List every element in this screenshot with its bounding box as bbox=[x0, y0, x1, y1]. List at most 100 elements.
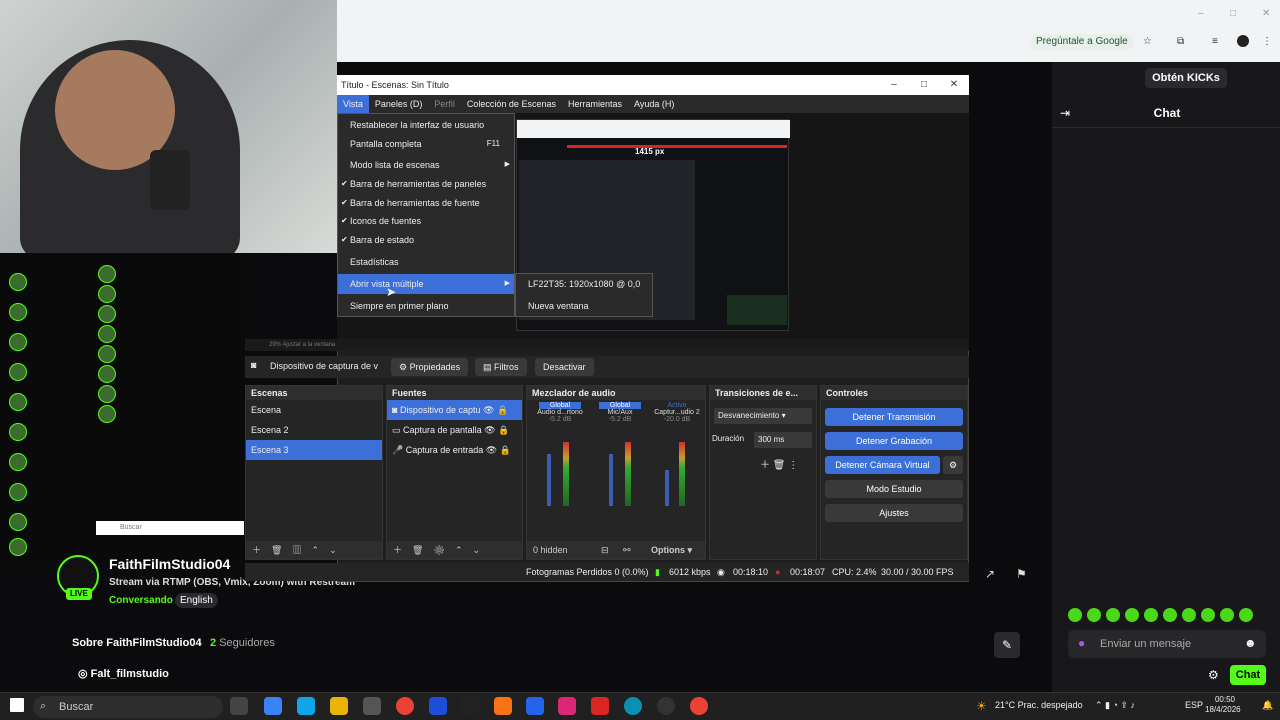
stop-record-button[interactable]: Detener Grabación bbox=[825, 432, 963, 450]
menu-item-source-toolbar[interactable]: ✔ Barra de herramientas de fuente bbox=[338, 193, 514, 213]
menu-coleccion[interactable]: Colección de Escenas bbox=[461, 95, 562, 113]
virtualcam-gear-icon[interactable]: ⚙ bbox=[943, 456, 963, 474]
chat-message-input[interactable]: Enviar un mensaje bbox=[1068, 630, 1266, 658]
notification-icon[interactable]: 🔔 bbox=[1262, 700, 1273, 711]
ask-google-chip[interactable]: Pregúntale a Google bbox=[1030, 34, 1134, 50]
task-view-icon[interactable] bbox=[230, 697, 248, 715]
trash-icon[interactable]: 🗑 bbox=[773, 460, 786, 471]
emote-icon[interactable] bbox=[1087, 608, 1101, 622]
scene-item-selected[interactable]: Escena 3 bbox=[246, 440, 382, 460]
clock[interactable]: 00:50 18/4/2026 bbox=[1205, 695, 1241, 715]
emote-icon[interactable] bbox=[1163, 608, 1177, 622]
emote-icon[interactable] bbox=[1239, 608, 1253, 622]
menu-ayuda[interactable]: Ayuda (H) bbox=[628, 95, 680, 113]
stop-stream-button[interactable]: Detener Transmisión bbox=[825, 408, 963, 426]
menu-item-always-on-top[interactable]: Siempre en primer plano bbox=[338, 296, 514, 316]
more-icon[interactable]: ⋮ bbox=[788, 460, 798, 471]
submenu-item-new-window[interactable]: Nueva ventana bbox=[516, 296, 652, 316]
maximize-icon[interactable]: □ bbox=[1230, 8, 1236, 19]
capcut-icon[interactable] bbox=[461, 697, 479, 715]
media-icon[interactable]: ≡ bbox=[1212, 36, 1218, 47]
copilot-icon[interactable] bbox=[264, 697, 282, 715]
preview-zoom-bar[interactable]: 29% Ajustar a la ventana bbox=[245, 339, 969, 351]
obs-icon[interactable] bbox=[657, 697, 675, 715]
menu-vista[interactable]: Vista bbox=[337, 95, 369, 113]
edge-icon[interactable] bbox=[297, 697, 315, 715]
add-icon[interactable]: ＋ bbox=[760, 460, 770, 471]
chrome-icon[interactable] bbox=[690, 697, 708, 715]
emote-icon[interactable] bbox=[1106, 608, 1120, 622]
menu-item-fullscreen[interactable]: Pantalla completa F11 bbox=[338, 134, 514, 154]
menu-paneles[interactable]: Paneles (D) bbox=[369, 95, 429, 113]
options-dropdown[interactable]: Options ▾ bbox=[651, 541, 692, 559]
deactivate-button[interactable]: Desactivar bbox=[535, 358, 594, 376]
add-icon[interactable]: ＋ bbox=[252, 545, 261, 555]
minimize-icon[interactable]: – bbox=[879, 75, 909, 95]
instagram-handle[interactable]: Falt_filmstudio bbox=[91, 668, 169, 680]
edit-pencil-icon[interactable]: ✎ bbox=[994, 632, 1020, 658]
emote-icon[interactable] bbox=[1125, 608, 1139, 622]
emote-icon[interactable] bbox=[1182, 608, 1196, 622]
close-icon[interactable]: ✕ bbox=[939, 75, 969, 95]
trash-icon[interactable]: 🗑 bbox=[412, 545, 423, 555]
menu-herramientas[interactable]: Herramientas bbox=[562, 95, 628, 113]
filter-icon[interactable]: ▥ bbox=[292, 545, 301, 555]
app-icon[interactable] bbox=[624, 697, 642, 715]
close-icon[interactable]: ✕ bbox=[1262, 8, 1270, 19]
app-icon[interactable] bbox=[526, 697, 544, 715]
layout-icon[interactable]: ⊟ bbox=[601, 541, 609, 559]
eye-icon[interactable]: 👁 bbox=[484, 425, 495, 435]
eye-icon[interactable]: 👁 bbox=[486, 445, 497, 455]
up-icon[interactable]: ⌃ bbox=[312, 545, 320, 555]
submenu-item-display[interactable]: LF22T35: 1920x1080 @ 0,0 bbox=[516, 274, 652, 294]
weather-text[interactable]: 21°C Prac. despejado bbox=[995, 700, 1083, 710]
vlc-icon[interactable] bbox=[494, 697, 512, 715]
lock-icon[interactable]: 🔒 bbox=[497, 405, 508, 415]
link-icon[interactable]: ⚯ bbox=[623, 541, 631, 559]
mic-icon[interactable]: ● bbox=[1078, 636, 1085, 650]
source-item[interactable]: ▭ Captura de pantalla 👁 🔒 bbox=[387, 420, 522, 440]
profile-avatar[interactable] bbox=[1237, 35, 1249, 47]
instagram-icon[interactable] bbox=[558, 697, 576, 715]
file-explorer-icon[interactable] bbox=[330, 697, 348, 715]
share-icon[interactable]: ↗ bbox=[985, 567, 995, 581]
menu-item-source-icons[interactable]: ✔ Iconos de fuentes bbox=[338, 211, 514, 231]
menu-item-dock-toolbar[interactable]: ✔ Barra de herramientas de paneles bbox=[338, 174, 514, 194]
lock-icon[interactable]: 🔒 bbox=[500, 445, 511, 455]
up-icon[interactable]: ⌃ bbox=[455, 545, 463, 555]
chat-send-button[interactable]: Chat bbox=[1230, 665, 1266, 685]
browser-menu-icon[interactable]: ⋮ bbox=[1262, 36, 1272, 47]
stream-category[interactable]: Conversando bbox=[109, 595, 173, 606]
get-kicks-button[interactable]: Obtén KICKs bbox=[1145, 68, 1227, 88]
filters-button[interactable]: ▤ Filtros bbox=[475, 358, 527, 376]
emoji-picker-icon[interactable]: ☻ bbox=[1244, 636, 1257, 650]
windows-start-icon[interactable] bbox=[10, 698, 24, 712]
emote-icon[interactable] bbox=[1220, 608, 1234, 622]
menu-perfil[interactable]: Perfil bbox=[428, 95, 461, 113]
taskbar-search[interactable]: Buscar bbox=[33, 696, 223, 718]
properties-button[interactable]: ⚙ Propiedades bbox=[391, 358, 469, 376]
volume-fader[interactable] bbox=[665, 470, 669, 506]
minimize-icon[interactable]: – bbox=[1198, 8, 1204, 19]
lock-icon[interactable]: 🔒 bbox=[498, 425, 509, 435]
stop-virtualcam-button[interactable]: Detener Cámara Virtual bbox=[825, 456, 940, 474]
scene-item[interactable]: Escena bbox=[246, 400, 382, 420]
source-item-selected[interactable]: ◙ Dispositivo de captu 👁 🔒 bbox=[387, 400, 522, 420]
bookmark-star-icon[interactable]: ☆ bbox=[1143, 36, 1152, 47]
gift-icon[interactable]: ⚑ bbox=[1016, 567, 1027, 581]
collapse-chat-icon[interactable]: ⇥ bbox=[1060, 106, 1070, 120]
duration-input[interactable]: 300 ms bbox=[754, 432, 812, 448]
store-icon[interactable] bbox=[363, 697, 381, 715]
chrome-icon[interactable] bbox=[396, 697, 414, 715]
source-item[interactable]: 🎤 Captura de entrada 👁 🔒 bbox=[387, 440, 522, 460]
transition-select[interactable]: Desvanecimiento ▾ bbox=[714, 408, 812, 424]
add-icon[interactable]: ＋ bbox=[393, 545, 402, 555]
language-tag[interactable]: English bbox=[175, 593, 218, 608]
maximize-icon[interactable]: □ bbox=[909, 75, 939, 95]
down-icon[interactable]: ⌄ bbox=[329, 545, 337, 555]
menu-item-status-bar[interactable]: ✔ Barra de estado bbox=[338, 230, 514, 250]
menu-item-reset-ui[interactable]: Restablecer la interfaz de usuario bbox=[338, 115, 514, 135]
volume-fader[interactable] bbox=[609, 454, 613, 506]
instagram-link[interactable]: ◎ Falt_filmstudio bbox=[78, 667, 169, 680]
menu-item-stats[interactable]: Estadísticas bbox=[338, 252, 514, 272]
